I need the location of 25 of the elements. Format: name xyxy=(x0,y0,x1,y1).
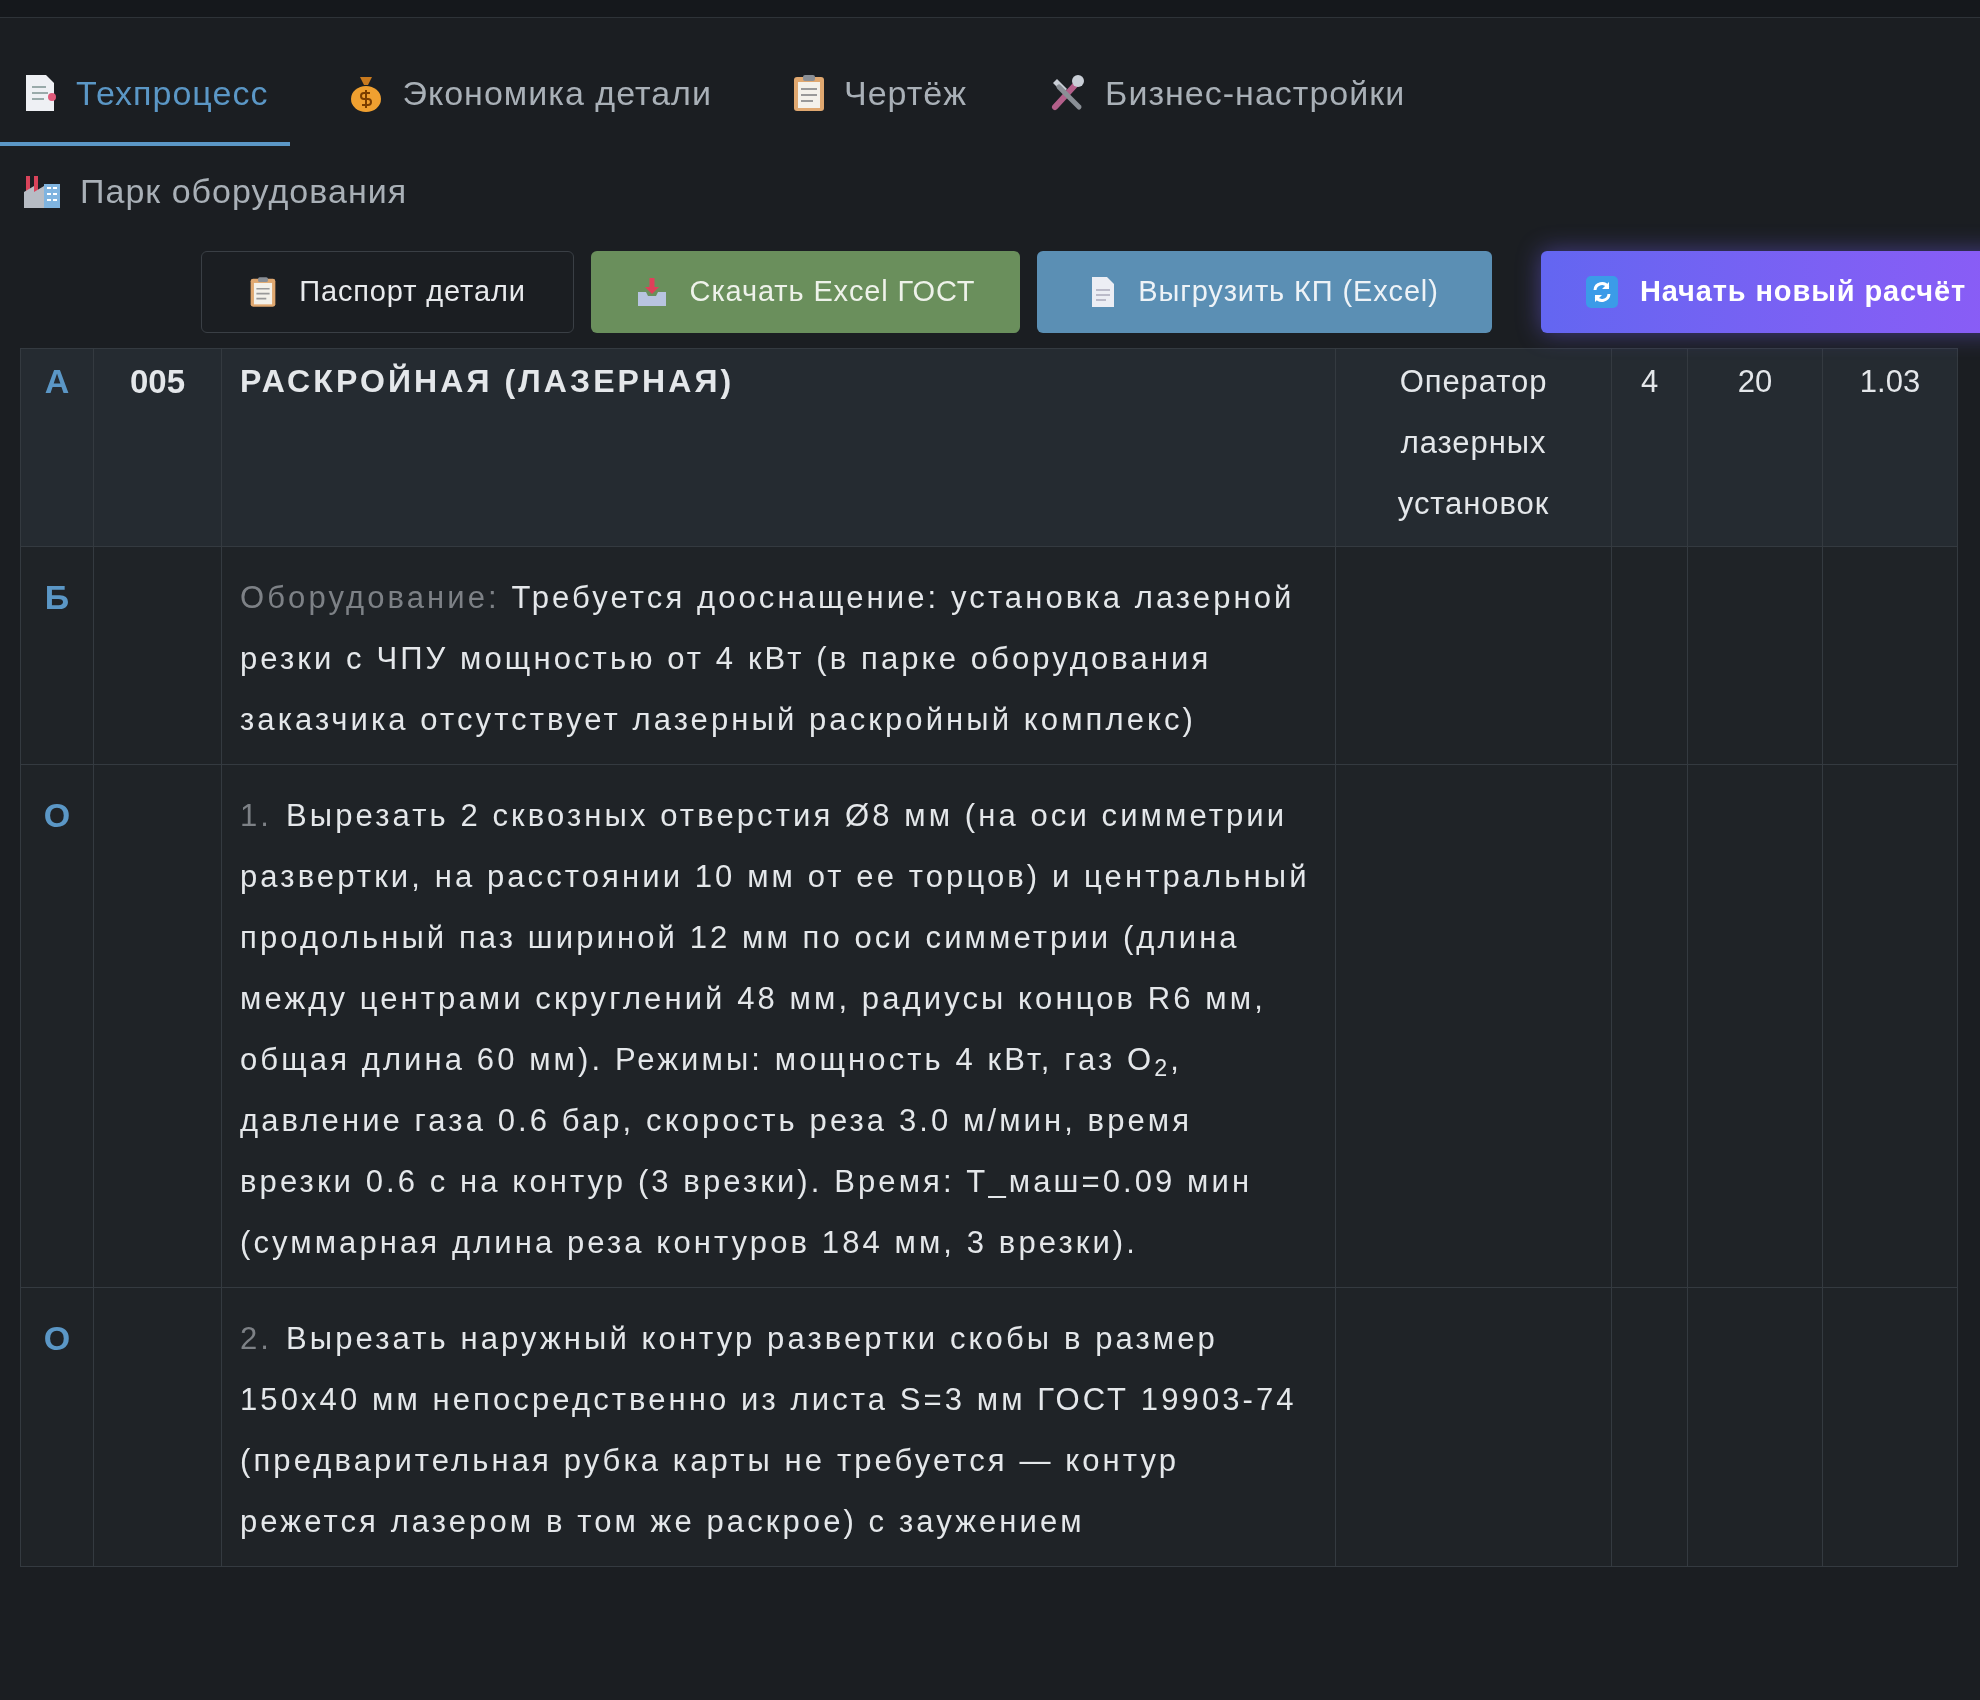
tab[interactable]: Бизнес-настройки xyxy=(1025,44,1428,146)
tab[interactable]: Экономика детали xyxy=(326,44,734,146)
tab[interactable]: Чертёж xyxy=(769,44,990,146)
step-description: 2. Вырезать наружный контур развертки скобы в размер 150x40 мм непосредственно из листа S=3 мм ГОСТ 19903-74 (предварительная рубка карты не требуется — контур режется лазером в том же раскрое) с заужением xyxy=(240,1320,1298,1541)
step-description: 1. Вырезать 2 сквозных отверстия Ø8 мм (на оси симметрии развертки, на расстоянии 10 мм от ее торцов) и центральный продольный паз шириной 12 мм по оси симметрии (длина между центрами скруглений 48 мм, радиусы концов R6 мм, общая длина 60 мм). Режимы: мощность 4 кВт, газ O$_{2}$, давление газа 0.6 бар, скорость реза 3.0 м/мин, время врезки 0.6 с на контур (3 врезки). Время: T_маш=0.09 мин (суммарная длина реза контуров 184 мм, 3 врезки). xyxy=(240,797,1311,1262)
row-marker: Б xyxy=(44,578,70,616)
equipment-note: Оборудование: Требуется дооснащение: установка лазерной резки с ЧПУ мощностью от 4 кВт (в парке оборудования заказчика отсутствует лазерный раскройный комплекс) xyxy=(240,579,1296,739)
table-cell: 4 xyxy=(1640,364,1659,399)
tab[interactable]: Техпроцесс xyxy=(0,44,291,146)
document-icon xyxy=(1090,276,1117,308)
row-marker: О xyxy=(43,1319,71,1357)
action-button[interactable]: Начать новый расчёт xyxy=(1541,251,1980,333)
action-button[interactable]: Паспорт детали xyxy=(201,251,574,333)
operation-number: 005 xyxy=(129,363,186,400)
operation-title: РАСКРОЙНАЯ (ЛАЗЕРНАЯ) xyxy=(240,362,736,401)
inbox-download-icon xyxy=(635,276,668,308)
clipboard-icon xyxy=(791,73,826,113)
refresh-icon xyxy=(1586,276,1618,308)
worker-profession: Оператор лазерных установок xyxy=(1397,364,1550,521)
table-cell: 20 xyxy=(1737,364,1773,399)
table-cell: 1.03 xyxy=(1859,364,1921,399)
row-marker: А xyxy=(44,362,70,400)
row-marker: О xyxy=(43,796,71,834)
clipboard-icon xyxy=(249,275,278,309)
equipment-park-link[interactable]: Парк оборудования xyxy=(22,165,408,217)
